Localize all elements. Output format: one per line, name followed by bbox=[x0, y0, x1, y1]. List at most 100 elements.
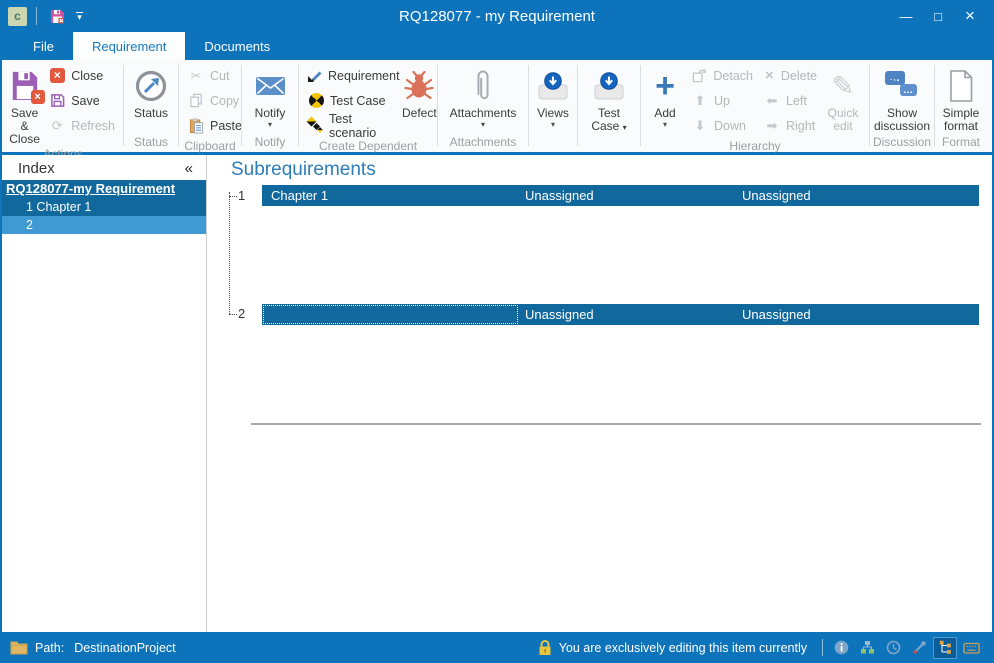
status-compass-icon bbox=[133, 68, 169, 104]
dropdown-arrow-icon: ▾ bbox=[663, 121, 667, 128]
row-number: 2 bbox=[238, 306, 252, 321]
tree-line bbox=[229, 314, 237, 315]
grid-divider bbox=[251, 423, 981, 425]
notify-button[interactable]: Notify ▾ bbox=[245, 63, 295, 128]
window-title: RQ128077 - my Requirement bbox=[2, 8, 992, 25]
status-button[interactable]: Status bbox=[127, 63, 175, 120]
add-button[interactable]: + Add ▾ bbox=[644, 63, 686, 128]
add-plus-icon: + bbox=[655, 71, 675, 101]
show-discussion-button[interactable]: … … Show discussion bbox=[873, 63, 931, 133]
tab-requirement[interactable]: Requirement bbox=[73, 32, 185, 60]
test-scenario-icon bbox=[307, 117, 324, 134]
minimize-button[interactable]: — bbox=[890, 3, 922, 29]
hierarchy-tree-icon[interactable] bbox=[933, 637, 957, 659]
group-label-test-case bbox=[579, 148, 639, 152]
tree-item-root[interactable]: RQ128077-my Requirement bbox=[2, 180, 206, 198]
attachments-button[interactable]: Attachments ▾ bbox=[441, 63, 525, 128]
tab-file[interactable]: File bbox=[14, 32, 73, 60]
tools-icon[interactable] bbox=[907, 637, 931, 659]
lock-message: You are exclusively editing this item cu… bbox=[559, 641, 807, 655]
group-label-notify: Notify bbox=[243, 134, 297, 152]
tree-item-chapter-1[interactable]: 1 Chapter 1 bbox=[2, 198, 206, 216]
defect-bug-icon bbox=[404, 71, 434, 101]
row-status-cell[interactable]: Unassigned bbox=[736, 304, 979, 325]
create-defect-button[interactable]: Defect bbox=[402, 63, 437, 120]
subrequirements-panel: Subrequirements 1 Chapter 1 Unassigned U… bbox=[207, 155, 992, 632]
path-label: Path: bbox=[35, 641, 64, 655]
titlebar-separator bbox=[36, 7, 37, 25]
move-right-button[interactable]: ➡ Right bbox=[758, 113, 822, 138]
lock-icon bbox=[538, 639, 552, 656]
views-button[interactable]: Views ▾ bbox=[532, 63, 574, 128]
detach-button[interactable]: Detach bbox=[686, 63, 758, 88]
move-up-button[interactable]: ⬆ Up bbox=[686, 88, 758, 113]
delete-x-icon: × bbox=[763, 67, 776, 84]
move-down-button[interactable]: ⬇ Down bbox=[686, 113, 758, 138]
paste-clipboard-icon bbox=[189, 118, 204, 134]
refresh-icon: ⟳ bbox=[48, 118, 66, 134]
copy-button[interactable]: Copy bbox=[182, 88, 247, 113]
paperclip-icon bbox=[473, 67, 493, 105]
org-chart-icon[interactable] bbox=[855, 637, 879, 659]
dropdown-arrow-icon: ▾ bbox=[551, 121, 555, 128]
save-floppy-icon bbox=[50, 93, 65, 108]
keyboard-icon[interactable] bbox=[959, 637, 983, 659]
quick-edit-button[interactable]: ✎ Quick edit bbox=[822, 63, 864, 133]
row-status-cell[interactable]: Unassigned bbox=[736, 185, 979, 206]
tree-line bbox=[229, 196, 237, 197]
cut-scissors-icon: ✂ bbox=[187, 68, 205, 83]
close-button[interactable]: × Close bbox=[43, 63, 120, 88]
close-window-button[interactable]: × bbox=[954, 3, 986, 29]
copy-pages-icon bbox=[189, 93, 204, 108]
paste-button[interactable]: Paste bbox=[182, 113, 247, 138]
page-title: Subrequirements bbox=[231, 159, 376, 181]
create-requirement-button[interactable]: Requirement bbox=[302, 63, 402, 88]
subrequirement-row: Chapter 1 Unassigned Unassigned bbox=[262, 185, 979, 206]
dropdown-arrow-icon: ▾ bbox=[268, 121, 272, 128]
group-label-views bbox=[530, 148, 576, 152]
save-and-close-button[interactable]: × Save & Close bbox=[6, 63, 43, 146]
group-label-create-dependent: Create Dependent bbox=[300, 138, 436, 156]
row-assignee-cell[interactable]: Unassigned bbox=[519, 304, 736, 325]
row-assignee-cell[interactable]: Unassigned bbox=[519, 185, 736, 206]
detach-icon bbox=[692, 68, 707, 83]
tab-documents[interactable]: Documents bbox=[185, 32, 289, 60]
quick-access-dropdown-icon[interactable]: ▾ bbox=[76, 12, 83, 20]
group-label-hierarchy: Hierarchy bbox=[642, 138, 868, 156]
views-icon bbox=[538, 72, 568, 101]
discussion-bubbles-icon: … … bbox=[885, 70, 919, 102]
requirement-pen-icon bbox=[307, 68, 323, 84]
info-icon[interactable] bbox=[829, 637, 853, 659]
status-bar: Path: DestinationProject You are exclusi… bbox=[2, 632, 992, 663]
right-arrow-icon: ➡ bbox=[763, 118, 781, 134]
row-title-cell[interactable] bbox=[262, 304, 519, 325]
group-label-attachments: Attachments bbox=[439, 134, 527, 152]
create-test-scenario-button[interactable]: Test scenario bbox=[302, 113, 402, 138]
close-x-icon: × bbox=[50, 68, 65, 83]
app-menu-icon[interactable]: c bbox=[8, 7, 27, 26]
left-arrow-icon: ⬅ bbox=[763, 93, 781, 109]
statusbar-separator bbox=[822, 639, 823, 656]
history-icon[interactable] bbox=[881, 637, 905, 659]
group-label-discussion: Discussion bbox=[871, 134, 933, 152]
test-case-button[interactable]: Test Case ▾ bbox=[586, 63, 632, 134]
group-label-clipboard: Clipboard bbox=[180, 138, 240, 156]
create-test-case-button[interactable]: Test Case bbox=[302, 88, 402, 113]
dropdown-arrow-icon: ▾ bbox=[481, 121, 485, 128]
maximize-button[interactable]: □ bbox=[922, 3, 954, 29]
tree-item-2[interactable]: 2 bbox=[2, 216, 206, 234]
tree-line bbox=[229, 192, 230, 314]
cut-button[interactable]: ✂ Cut bbox=[182, 63, 247, 88]
simple-format-button[interactable]: Simple format bbox=[938, 63, 984, 133]
save-button[interactable]: Save bbox=[43, 88, 120, 113]
ribbon-tabs: File Requirement Documents bbox=[2, 32, 992, 60]
index-panel: Index « RQ128077-my Requirement 1 Chapte… bbox=[2, 155, 207, 632]
move-left-button[interactable]: ⬅ Left bbox=[758, 88, 822, 113]
quick-save-button[interactable] bbox=[46, 5, 68, 27]
delete-button[interactable]: × Delete bbox=[758, 63, 822, 88]
document-page-icon bbox=[948, 70, 974, 102]
group-label-status: Status bbox=[125, 134, 177, 152]
collapse-panel-icon[interactable]: « bbox=[185, 160, 193, 177]
refresh-button[interactable]: ⟳ Refresh bbox=[43, 113, 120, 138]
row-title-cell[interactable]: Chapter 1 bbox=[262, 185, 519, 206]
